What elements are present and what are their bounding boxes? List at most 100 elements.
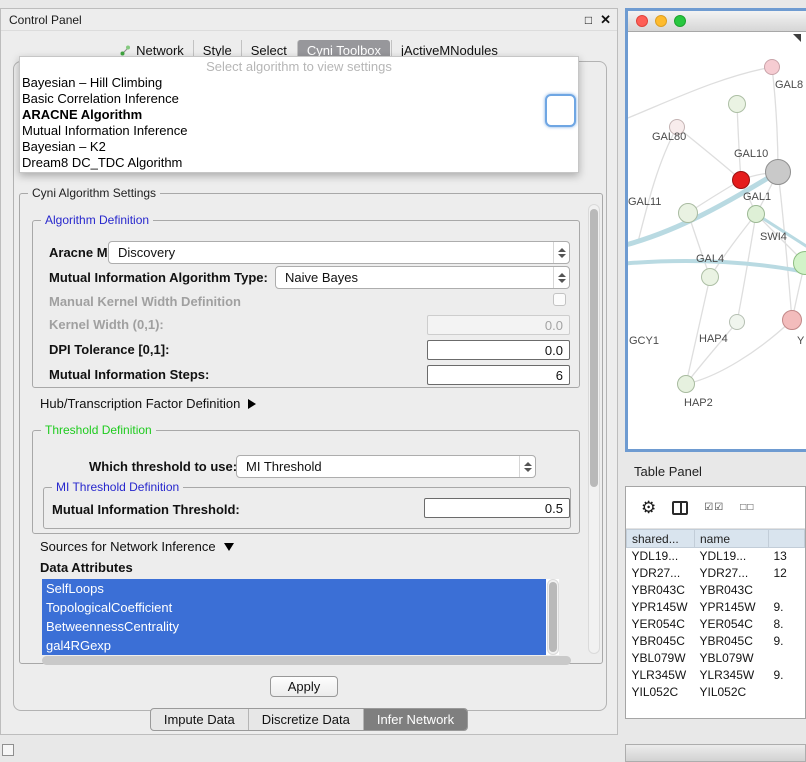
network-node[interactable] xyxy=(764,59,780,75)
group-title: Cyni Algorithm Settings xyxy=(28,186,160,200)
mi-type-label: Mutual Information Algorithm Type: xyxy=(49,270,268,285)
close-icon[interactable]: ✕ xyxy=(600,12,611,28)
attribute-list-hscrollbar[interactable] xyxy=(42,656,587,665)
attribute-item-betweennesscentrality[interactable]: BetweennessCentrality xyxy=(42,617,546,636)
table-cell: YPR145W xyxy=(627,599,695,616)
table-row[interactable]: YIL052CYIL052C xyxy=(627,684,805,701)
table-row[interactable]: YBR045CYBR045C9. xyxy=(627,633,805,650)
gear-icon[interactable]: ⚙ xyxy=(641,499,656,516)
dropdown-item-bayesian-hill-climbing[interactable]: Bayesian – Hill Climbing xyxy=(20,75,578,91)
attribute-item-topologicalcoefficient[interactable]: TopologicalCoefficient xyxy=(42,598,546,617)
which-threshold-label: Which threshold to use: xyxy=(89,459,237,474)
dropdown-placeholder: Select algorithm to view settings xyxy=(20,59,578,75)
mi-steps-label: Mutual Information Steps: xyxy=(49,367,209,382)
table-row[interactable]: YDR27...YDR27...12 xyxy=(627,565,805,582)
float-window-icon[interactable]: □ xyxy=(585,13,592,27)
dropdown-item-dream8-dc-tdc-algorithm[interactable]: Dream8 DC_TDC Algorithm xyxy=(20,155,578,171)
table-body: YDL19...YDL19...13YDR27...YDR27...12YBR0… xyxy=(627,548,805,701)
dropdown-item-basic-correlation-inference[interactable]: Basic Correlation Inference xyxy=(20,91,578,107)
birdseye-corner-icon[interactable] xyxy=(793,34,801,42)
table-row[interactable]: YER054CYER054C8. xyxy=(627,616,805,633)
minimize-window-icon[interactable] xyxy=(655,15,667,27)
node-table: shared... name YDL19...YDL19...13YDR27..… xyxy=(626,529,805,701)
apply-label: Apply xyxy=(288,679,321,694)
mi-threshold-field[interactable]: 0.5 xyxy=(424,498,570,518)
network-node[interactable] xyxy=(732,171,750,189)
dpi-tolerance-field[interactable]: 0.0 xyxy=(427,340,570,360)
network-node-label: GAL4 xyxy=(696,253,724,265)
threshold-definition-group: Threshold Definition Which threshold to … xyxy=(32,430,580,534)
network-node-label: Y xyxy=(797,335,804,347)
table-cell: YBL079W xyxy=(695,650,769,667)
table-row[interactable]: YPR145WYPR145W9. xyxy=(627,599,805,616)
network-node-label: GAL11 xyxy=(628,196,661,208)
expand-arrow-icon xyxy=(248,399,256,409)
bottom-tab-segment: Impute DataDiscretize DataInfer Network xyxy=(150,708,468,731)
table-row[interactable]: YLR345WYLR345W9. xyxy=(627,667,805,684)
collapsed-panel-icon[interactable] xyxy=(2,744,14,756)
which-threshold-select[interactable]: MI Threshold xyxy=(236,455,536,478)
network-node[interactable] xyxy=(701,268,719,286)
column-header[interactable]: shared... xyxy=(627,530,695,548)
select-all-icon[interactable]: ☑☑ xyxy=(704,502,724,513)
deselect-all-icon[interactable]: □□ xyxy=(740,502,754,513)
dropdown-items: Bayesian – Hill ClimbingBasic Correlatio… xyxy=(20,75,578,171)
network-node[interactable] xyxy=(747,205,765,223)
group-title: Threshold Definition xyxy=(41,423,156,437)
attribute-list-scrollbar[interactable] xyxy=(547,579,559,655)
apply-button[interactable]: Apply xyxy=(270,676,338,697)
zoom-window-icon[interactable] xyxy=(674,15,686,27)
close-window-icon[interactable] xyxy=(636,15,648,27)
focus-ring-box[interactable] xyxy=(545,94,576,127)
collapse-arrow-icon xyxy=(224,543,234,551)
bottom-tab-infer-network[interactable]: Infer Network xyxy=(363,709,467,730)
dropdown-item-bayesian-k2[interactable]: Bayesian – K2 xyxy=(20,139,578,155)
columns-icon[interactable] xyxy=(672,501,688,515)
dropdown-item-aracne-algorithm[interactable]: ARACNE Algorithm xyxy=(20,107,578,123)
bottom-panel-strip xyxy=(625,744,806,762)
mi-type-value: Naive Bayes xyxy=(276,270,553,285)
table-cell: YER054C xyxy=(627,616,695,633)
attribute-item-gal4rgexp[interactable]: gal4RGexp xyxy=(42,636,546,655)
table-cell: YDR27... xyxy=(627,565,695,582)
column-header[interactable] xyxy=(769,530,805,548)
hub-definition-toggle[interactable]: Hub/Transcription Factor Definition xyxy=(40,396,256,411)
mi-steps-field[interactable]: 6 xyxy=(427,365,570,385)
network-node-label: GCY1 xyxy=(629,335,659,347)
dropdown-item-mutual-information-inference[interactable]: Mutual Information Inference xyxy=(20,123,578,139)
attribute-list[interactable]: SelfLoopsTopologicalCoefficientBetweenne… xyxy=(42,579,559,655)
bottom-tab-impute-data[interactable]: Impute Data xyxy=(151,709,248,730)
mi-type-select[interactable]: Naive Bayes xyxy=(275,266,570,289)
scrollbar-thumb[interactable] xyxy=(549,582,557,652)
bottom-tab-discretize-data[interactable]: Discretize Data xyxy=(248,709,363,730)
table-cell: YER054C xyxy=(695,616,769,633)
scrollbar-thumb[interactable] xyxy=(590,209,598,487)
network-node[interactable] xyxy=(765,159,791,185)
network-canvas[interactable]: GAL8GAL80GAL10GAL11GAL1SWI4GAL4GCY1HAP4Y… xyxy=(628,32,806,449)
table-row[interactable]: YDL19...YDL19...13 xyxy=(627,548,805,565)
window-title: Control Panel xyxy=(9,13,577,27)
table-cell: YBR043C xyxy=(627,582,695,599)
table-cell: YIL052C xyxy=(627,684,695,701)
network-node[interactable] xyxy=(782,310,802,330)
table-cell: 8. xyxy=(769,616,805,633)
algorithm-dropdown: Select algorithm to view settings Bayesi… xyxy=(19,56,579,173)
table-row[interactable]: YBR043CYBR043C xyxy=(627,582,805,599)
control-panel-titlebar[interactable]: Control Panel □ ✕ xyxy=(1,9,617,31)
scrollbar-thumb[interactable] xyxy=(42,656,571,665)
sources-toggle[interactable]: Sources for Network Inference xyxy=(40,539,234,554)
settings-scrollbar[interactable] xyxy=(588,204,600,654)
network-node[interactable] xyxy=(678,203,698,223)
combo-stepper-icon xyxy=(553,267,569,288)
network-node[interactable] xyxy=(729,314,745,330)
combo-stepper-icon xyxy=(553,242,569,263)
network-node[interactable] xyxy=(728,95,746,113)
table-row[interactable]: YBL079WYBL079W xyxy=(627,650,805,667)
network-node[interactable] xyxy=(677,375,695,393)
aracne-mode-select[interactable]: Discovery xyxy=(108,241,570,264)
network-window-titlebar[interactable] xyxy=(628,11,806,32)
column-header[interactable]: name xyxy=(695,530,769,548)
dpi-tolerance-label: DPI Tolerance [0,1]: xyxy=(49,342,169,357)
network-node-label: GAL1 xyxy=(743,191,771,203)
attribute-item-selfloops[interactable]: SelfLoops xyxy=(42,579,546,598)
